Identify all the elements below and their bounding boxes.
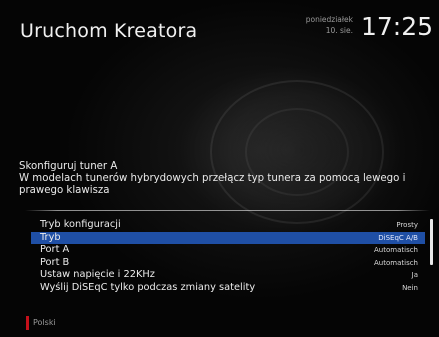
description-heading: Skonfiguruj tuner A — [19, 161, 118, 172]
menu-item-label: Port A — [40, 244, 70, 255]
language-indicator — [26, 316, 29, 330]
description: Skonfiguruj tuner A W modelach tunerów h… — [19, 161, 429, 197]
weekday-label: poniedziałek — [305, 15, 353, 24]
menu-item-value: DiSEqC A/B — [378, 233, 418, 242]
page-title: Uruchom Kreatora — [20, 20, 198, 42]
menu-item-value: Ja — [411, 271, 418, 279]
menu-item-value: Prosty — [396, 221, 418, 229]
config-menu: Tryb konfiguracji Prosty Tryb DiSEqC A/B… — [31, 219, 425, 294]
menu-item-label: Tryb konfiguracji — [40, 219, 121, 230]
clock: 17:25 — [360, 12, 433, 41]
menu-item-value: Automatisch — [374, 246, 418, 254]
menu-item-tryb-konfiguracji[interactable]: Tryb konfiguracji Prosty — [31, 219, 425, 232]
menu-item-tryb[interactable]: Tryb DiSEqC A/B — [31, 231, 425, 244]
date-label: 10. sie. — [325, 26, 353, 35]
menu-item-port-b[interactable]: Port B Automatisch — [31, 257, 425, 270]
menu-item-label: Port B — [40, 256, 70, 268]
description-text: W modelach tunerów hybrydowych przełącz … — [19, 173, 406, 196]
menu-item-label: Tryb — [40, 231, 61, 243]
menu-item-value: Automatisch — [374, 258, 418, 267]
menu-item-diseqc-on-change[interactable]: Wyślij DiSEqC tylko podczas zmiany satel… — [31, 282, 425, 295]
language-label: Polski — [33, 318, 56, 327]
menu-item-label: Ustaw napięcie i 22KHz — [40, 269, 155, 280]
menu-item-value: Nein — [402, 283, 418, 292]
menu-item-port-a[interactable]: Port A Automatisch — [31, 244, 425, 257]
menu-item-label: Wyślij DiSEqC tylko podczas zmiany satel… — [40, 281, 256, 293]
menu-item-voltage-22khz[interactable]: Ustaw napięcie i 22KHz Ja — [31, 269, 425, 282]
scrollbar[interactable] — [430, 219, 433, 265]
separator — [25, 210, 430, 211]
